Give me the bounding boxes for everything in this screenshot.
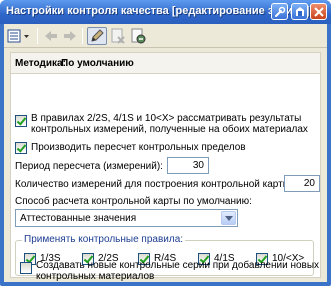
chart-count-label: Количество измерений для построения конт… bbox=[15, 179, 293, 190]
calc-method-label: Способ расчета контрольной карты по умол… bbox=[15, 196, 252, 207]
close-icon bbox=[313, 6, 324, 17]
settings-panel: Методика: По умолчанию В правилах 2/2S, … bbox=[10, 52, 321, 278]
rules-group-title: Применять контрольные правила: bbox=[22, 234, 186, 246]
method-label: Методика: bbox=[15, 58, 66, 69]
menu-list-button[interactable] bbox=[6, 27, 32, 45]
toolbar-separator bbox=[82, 28, 83, 44]
method-row: Методика: По умолчанию bbox=[11, 53, 320, 74]
help-button[interactable] bbox=[291, 3, 308, 20]
help-icon bbox=[295, 6, 304, 16]
cancel-edit-button[interactable] bbox=[109, 27, 127, 45]
chevron-down-icon[interactable] bbox=[221, 211, 236, 225]
new-series-checkbox[interactable] bbox=[20, 262, 32, 274]
chart-count-input[interactable]: 20 bbox=[284, 175, 320, 192]
both-materials-checkbox[interactable] bbox=[15, 115, 27, 127]
client-area: Методика: По умолчанию В правилах 2/2S, … bbox=[4, 24, 327, 282]
recalc-limits-label: Производить пересчет контрольных предело… bbox=[31, 142, 246, 153]
window-title: Настройки контроля качества [редактирова… bbox=[6, 5, 310, 17]
new-series-label-line2: контрольных материалов bbox=[36, 271, 155, 282]
both-materials-label-line2: контрольных измерений, полученные на обо… bbox=[31, 124, 308, 135]
pencil-icon bbox=[91, 29, 104, 42]
close-button[interactable] bbox=[310, 3, 327, 20]
cancel-icon bbox=[111, 28, 125, 44]
menu-list-icon bbox=[7, 29, 29, 43]
recalc-limits-checkbox[interactable] bbox=[15, 142, 27, 154]
wrench-button[interactable] bbox=[271, 3, 288, 20]
forward-button[interactable] bbox=[61, 27, 79, 45]
title-bar[interactable]: Настройки контроля качества [редактирова… bbox=[0, 0, 331, 24]
back-arrow-icon bbox=[45, 31, 57, 41]
recalc-period-input[interactable]: 30 bbox=[167, 157, 209, 174]
save-icon bbox=[131, 28, 146, 44]
edit-button[interactable] bbox=[87, 27, 107, 45]
recalc-period-label: Период пересчета (измерений): bbox=[15, 161, 163, 172]
wrench-icon bbox=[274, 6, 285, 17]
method-value: По умолчанию bbox=[61, 58, 134, 69]
toolbar bbox=[4, 24, 327, 48]
forward-arrow-icon bbox=[64, 31, 76, 41]
save-button[interactable] bbox=[129, 27, 147, 45]
toolbar-separator bbox=[37, 28, 38, 44]
calc-method-value: Аттестованные значения bbox=[20, 213, 137, 224]
back-button[interactable] bbox=[42, 27, 60, 45]
calc-method-select[interactable]: Аттестованные значения bbox=[15, 209, 238, 227]
settings-window: Настройки контроля качества [редактирова… bbox=[0, 0, 331, 286]
